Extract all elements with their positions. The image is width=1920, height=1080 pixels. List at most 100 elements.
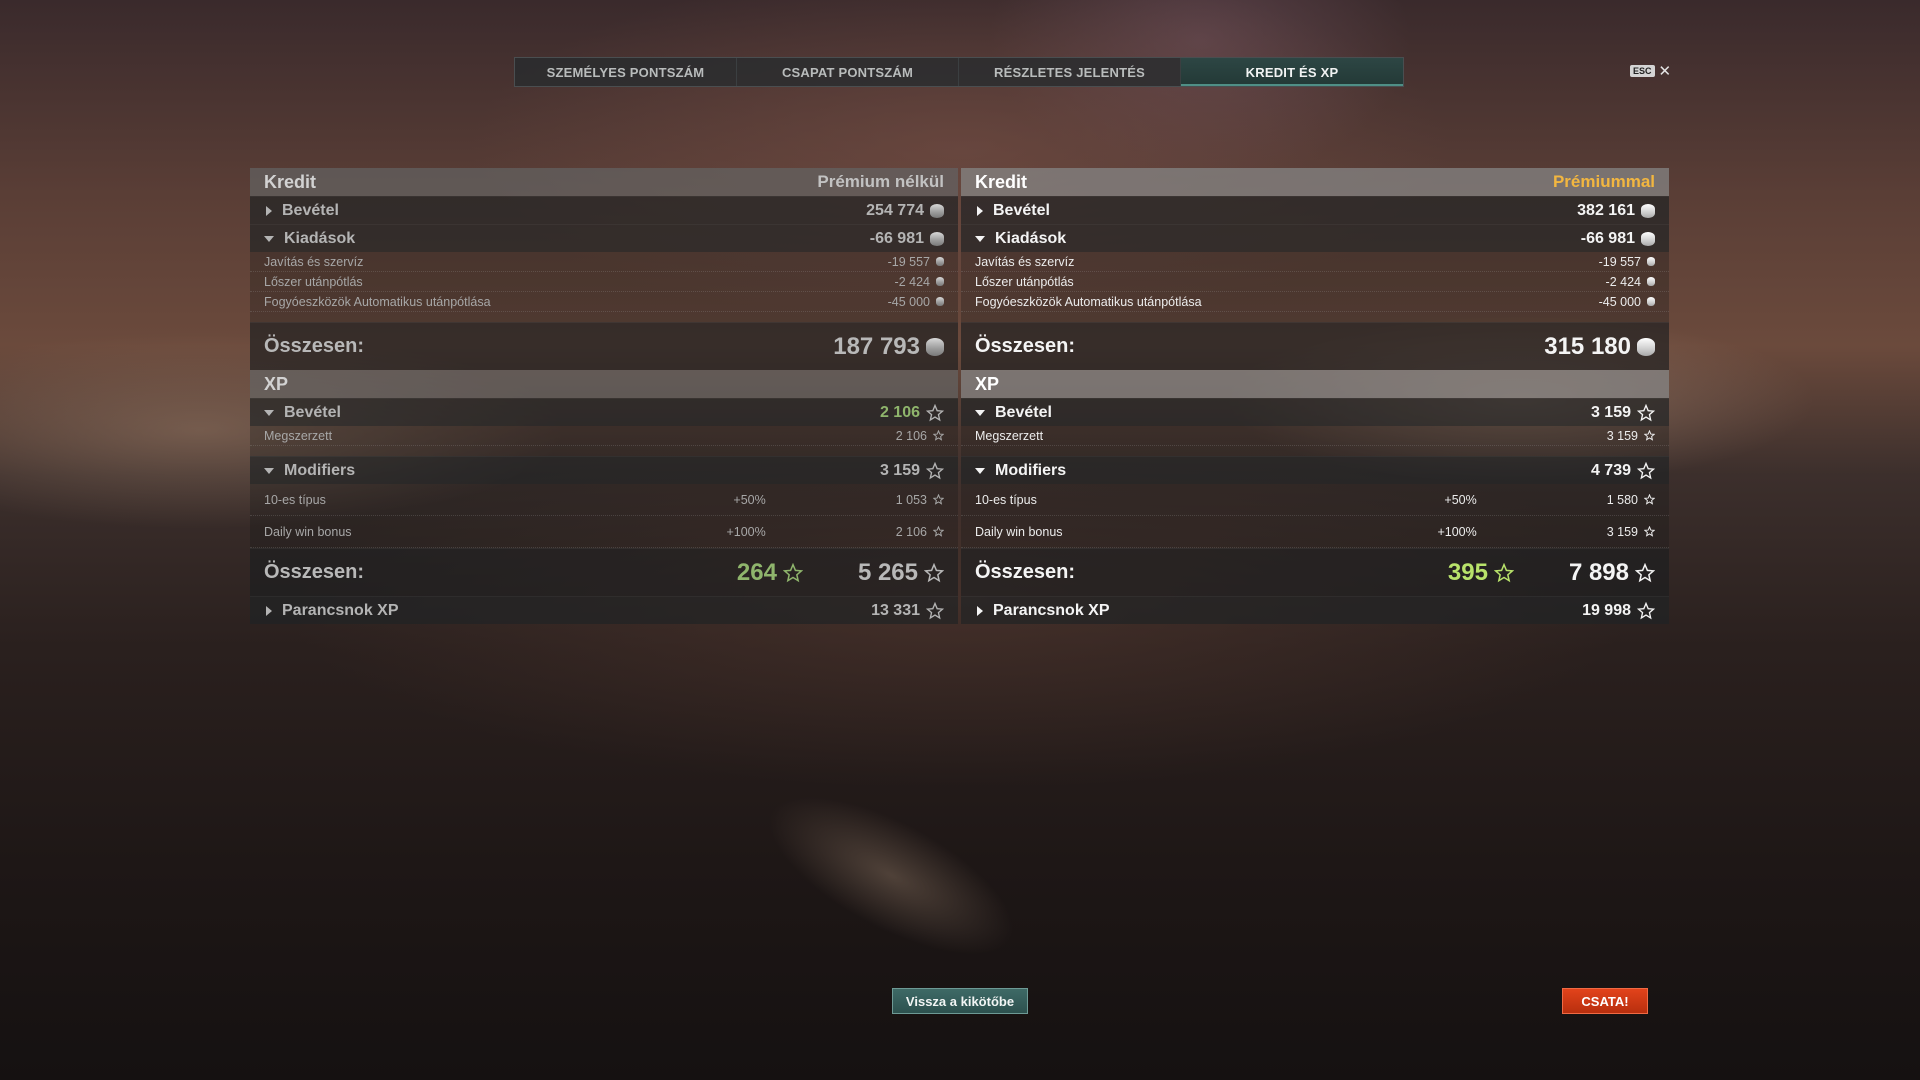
expand-arrow-icon (977, 205, 983, 216)
modifier-item-row: Daily win bonus +100% 2 106 (250, 516, 958, 548)
collapse-arrow-icon (264, 409, 274, 416)
xp-total-value: 5 265 (857, 558, 918, 586)
credit-total-label: Összesen: (975, 335, 1076, 357)
modifier-item-percent: +50% (733, 492, 766, 507)
credit-expenses-row[interactable]: Kiadások -66 981 (961, 224, 1669, 252)
credit-header: Kredit Prémiummal (961, 168, 1669, 196)
xp-header: XP (250, 370, 958, 398)
back-to-port-button[interactable]: Vissza a kikötőbe (892, 988, 1028, 1014)
collapse-arrow-icon (264, 467, 274, 474)
expense-item-row: Fogyóeszközök Automatikus utánpótlása -4… (961, 292, 1669, 312)
tab-personal-score[interactable]: SZEMÉLYES PONTSZÁM (515, 58, 737, 86)
xp-income-row[interactable]: Bevétel 2 106 (250, 398, 958, 426)
xp-header: XP (961, 370, 1669, 398)
modifiers-value: 3 159 (879, 461, 920, 479)
expense-item-value: -45 000 (887, 294, 930, 309)
credit-coin-icon (1647, 277, 1655, 286)
credit-coin-icon (1641, 203, 1655, 218)
modifier-item-label: 10-es típus (264, 492, 326, 507)
expand-arrow-icon (977, 605, 983, 616)
collapse-arrow-icon (975, 235, 985, 242)
credit-coin-icon (1647, 257, 1655, 266)
commander-xp-value: 19 998 (1582, 601, 1631, 619)
xp-total-base-value: 395 (1447, 558, 1488, 586)
expense-item-label: Fogyóeszközök Automatikus utánpótlása (975, 294, 1202, 309)
xp-star-icon (1644, 430, 1655, 441)
xp-star-icon (933, 430, 944, 441)
xp-star-icon (1637, 403, 1655, 422)
xp-star-icon (1644, 494, 1655, 505)
panel-without-premium: Kredit Prémium nélkül Bevétel 254 774 Ki… (250, 168, 958, 624)
panel-with-premium: Kredit Prémiummal Bevétel 382 161 Kiadás… (961, 168, 1669, 624)
credit-header: Kredit Prémium nélkül (250, 168, 958, 196)
modifier-item-value: 1 580 (1606, 492, 1638, 507)
xp-star-icon (1644, 526, 1655, 537)
credit-title: Kredit (975, 171, 1028, 192)
tab-bar: SZEMÉLYES PONTSZÁM CSAPAT PONTSZÁM RÉSZL… (514, 57, 1404, 87)
credit-income-row[interactable]: Bevétel 382 161 (961, 196, 1669, 224)
tab-detailed-report[interactable]: RÉSZLETES JELENTÉS (959, 58, 1181, 86)
xp-income-label: Bevétel (995, 403, 1052, 421)
modifier-item-label: Daily win bonus (975, 524, 1063, 539)
credit-expenses-label: Kiadások (284, 229, 356, 247)
credit-coin-icon (936, 257, 944, 266)
commander-xp-label: Parancsnok XP (282, 601, 399, 619)
expand-arrow-icon (266, 605, 272, 616)
expense-item-value: -2 424 (894, 274, 930, 289)
modifier-item-value: 1 053 (895, 492, 927, 507)
expense-item-label: Fogyóeszközök Automatikus utánpótlása (264, 294, 491, 309)
credit-total-row: Összesen: 315 180 (961, 322, 1669, 370)
xp-title: XP (975, 373, 1000, 394)
battle-button[interactable]: CSATA! (1562, 988, 1648, 1014)
credit-subtitle-premium: Prémiummal (1552, 172, 1655, 191)
xp-star-icon (1635, 562, 1655, 583)
close-icon: ✕ (1658, 63, 1672, 80)
xp-star-icon (926, 403, 944, 422)
xp-income-label: Bevétel (284, 403, 341, 421)
modifier-item-value: 3 159 (1606, 524, 1638, 539)
expense-item-row: Javítás és szervíz -19 557 (250, 252, 958, 272)
credit-total-label: Összesen: (264, 335, 365, 357)
xp-total-row: Összesen: 395 7 898 (961, 548, 1669, 596)
expense-item-value: -45 000 (1598, 294, 1641, 309)
credit-total-value: 315 180 (1544, 332, 1631, 360)
credit-income-label: Bevétel (282, 201, 339, 219)
expense-item-label: Javítás és szervíz (264, 254, 364, 269)
expense-item-row: Lőszer utánpótlás -2 424 (961, 272, 1669, 292)
expense-item-row: Javítás és szervíz -19 557 (961, 252, 1669, 272)
modifier-item-row: 10-es típus +50% 1 580 (961, 484, 1669, 516)
modifiers-row[interactable]: Modifiers 4 739 (961, 456, 1669, 484)
modifiers-row[interactable]: Modifiers 3 159 (250, 456, 958, 484)
xp-star-icon (1637, 601, 1655, 620)
tab-team-score[interactable]: CSAPAT PONTSZÁM (737, 58, 959, 86)
xp-star-icon (1493, 562, 1514, 583)
credit-total-value: 187 793 (833, 332, 920, 360)
modifier-item-percent: +100% (1437, 524, 1477, 539)
expense-item-label: Javítás és szervíz (975, 254, 1075, 269)
xp-total-row: Összesen: 264 5 265 (250, 548, 958, 596)
xp-income-value: 3 159 (1590, 403, 1631, 421)
xp-title: XP (264, 373, 289, 394)
xp-total-value: 7 898 (1568, 558, 1629, 586)
commander-xp-row[interactable]: Parancsnok XP 19 998 (961, 596, 1669, 624)
tab-credit-xp[interactable]: KREDIT ÉS XP (1181, 58, 1403, 86)
credit-coin-icon (926, 337, 944, 356)
credit-total-row: Összesen: 187 793 (250, 322, 958, 370)
close-button[interactable]: ESC ✕ (1630, 62, 1671, 80)
modifiers-label: Modifiers (284, 461, 356, 479)
modifier-item-label: 10-es típus (975, 492, 1037, 507)
commander-xp-value: 13 331 (871, 601, 920, 619)
collapse-arrow-icon (975, 467, 985, 474)
commander-xp-row[interactable]: Parancsnok XP 13 331 (250, 596, 958, 624)
credit-coin-icon (930, 231, 944, 246)
credit-title: Kredit (264, 171, 317, 192)
credit-coin-icon (1647, 297, 1655, 306)
xp-star-icon (924, 562, 944, 583)
xp-total-label: Összesen: (975, 561, 1076, 583)
xp-income-row[interactable]: Bevétel 3 159 (961, 398, 1669, 426)
credit-income-label: Bevétel (993, 201, 1050, 219)
xp-star-icon (1637, 461, 1655, 480)
credit-income-row[interactable]: Bevétel 254 774 (250, 196, 958, 224)
credit-expenses-row[interactable]: Kiadások -66 981 (250, 224, 958, 252)
xp-total-base-value: 264 (736, 558, 777, 586)
